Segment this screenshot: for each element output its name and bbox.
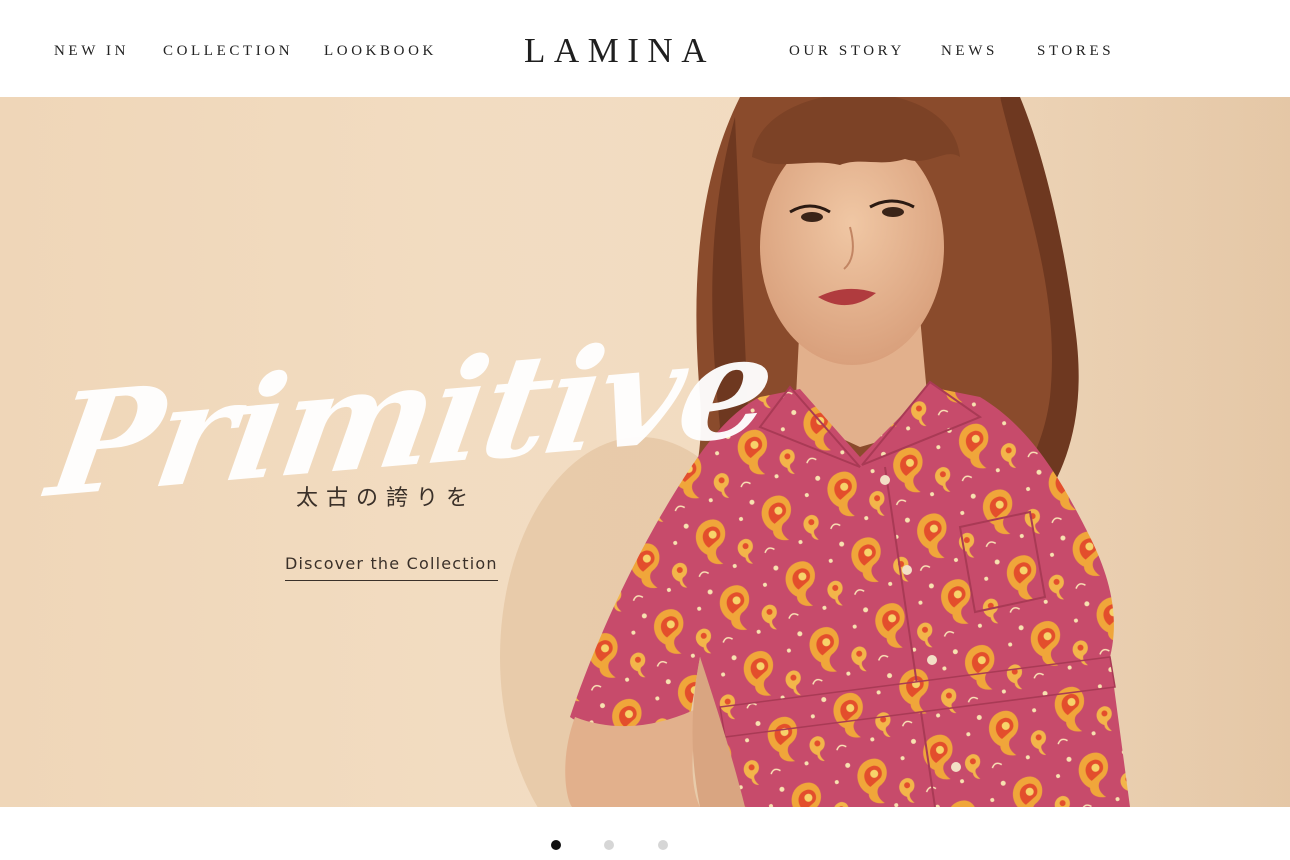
nav-lookbook[interactable]: LOOKBOOK <box>324 41 437 61</box>
brand-logo[interactable]: LAMINA <box>524 30 715 72</box>
carousel-dot-1[interactable] <box>551 840 561 850</box>
carousel-dot-3[interactable] <box>658 840 668 850</box>
discover-collection-link[interactable]: Discover the Collection <box>285 552 498 581</box>
hero-banner: Primitive 太古の誇りを Discover the Collection <box>0 97 1290 807</box>
site-header: NEW IN COLLECTION LOOKBOOK LAMINA OUR ST… <box>0 0 1290 97</box>
nav-stores[interactable]: STORES <box>1037 41 1114 61</box>
carousel-dot-2[interactable] <box>604 840 614 850</box>
nav-new-in[interactable]: NEW IN <box>54 41 129 61</box>
nav-news[interactable]: NEWS <box>941 41 998 61</box>
nav-our-story[interactable]: OUR STORY <box>789 41 905 61</box>
nav-collection[interactable]: COLLECTION <box>163 41 293 61</box>
hero-subtitle-jp: 太古の誇りを <box>296 486 477 511</box>
